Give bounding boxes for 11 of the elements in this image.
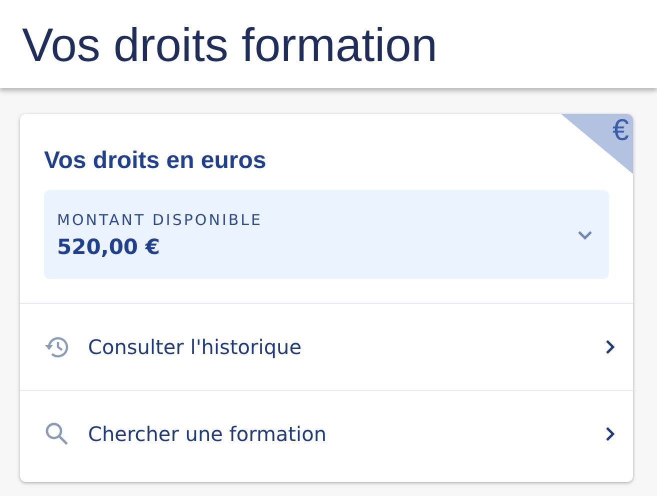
chevron-right-icon	[605, 339, 615, 355]
chevron-right-icon	[605, 426, 615, 442]
card-title: Vos droits en euros	[44, 147, 266, 175]
amount-dropdown[interactable]: MONTANT DISPONIBLE 520,00 €	[44, 190, 609, 279]
search-icon	[44, 421, 70, 447]
link-row[interactable]: Chercher une formation	[20, 390, 633, 477]
chevron-down-icon	[577, 230, 593, 240]
page-title: Vos droits formation	[22, 16, 438, 72]
link-row[interactable]: Consulter l'historique	[20, 303, 633, 390]
euro-icon: €	[612, 114, 629, 148]
history-icon	[44, 334, 70, 360]
